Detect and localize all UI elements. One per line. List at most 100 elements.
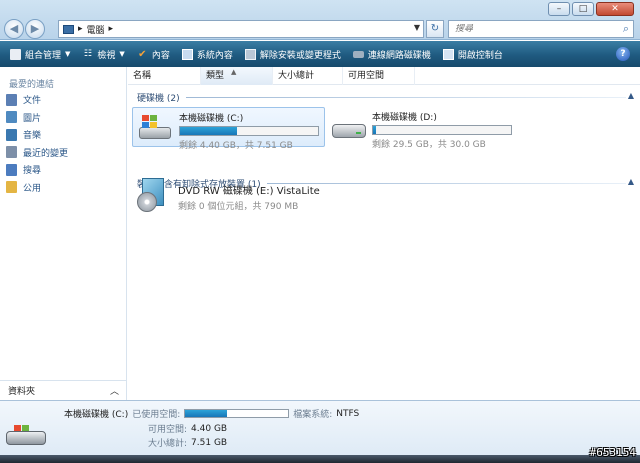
details-free-label: 可用空間:: [148, 425, 188, 435]
favorite-link-label: 搜尋: [23, 166, 42, 177]
organize-label: 組合管理: [25, 50, 62, 61]
selected-drive-icon: [6, 425, 46, 447]
favorite-link-music[interactable]: 音樂: [6, 126, 126, 144]
details-free-value: 4.40 GB: [191, 423, 228, 434]
organize-icon: [10, 48, 21, 60]
windows-drive-icon: [137, 111, 173, 145]
control-panel-button[interactable]: 開啟控制台: [437, 43, 509, 65]
control-panel-icon: [442, 48, 454, 60]
drive-name: 本機磁碟機 (C:): [179, 114, 244, 124]
favorite-link-label: 圖片: [23, 113, 42, 124]
favorite-link-public[interactable]: 公用: [6, 179, 126, 197]
system-properties-label: 系統內容: [196, 50, 233, 61]
address-path[interactable]: 電腦: [87, 23, 105, 36]
column-header-label: 名稱: [133, 71, 152, 81]
drive-d[interactable]: 本機磁碟機 (D:) 剩餘 29.5 GB，共 30.0 GB: [326, 107, 526, 150]
column-header-name[interactable]: 名稱: [128, 67, 201, 85]
drive-c[interactable]: 本機磁碟機 (C:) 剩餘 4.40 GB，共 7.51 GB: [132, 107, 325, 151]
properties-button[interactable]: ✔ 內容: [131, 43, 176, 65]
dvd-drive-icon: [136, 178, 172, 212]
map-drive-button[interactable]: 連線網路磁碟機: [347, 43, 437, 65]
minimize-button[interactable]: –: [548, 2, 570, 16]
navigation-buttons: ◀ ▶: [4, 19, 45, 39]
favorite-link-label: 公用: [23, 183, 42, 194]
drive-name: DVD RW 磁碟機 (E:) VistaLite: [178, 186, 320, 197]
properties-label: 內容: [151, 50, 170, 61]
address-bar[interactable]: ▸ 電腦 ▸ ▼: [58, 20, 424, 38]
refresh-icon[interactable]: ↻: [426, 20, 444, 38]
views-label: 檢視: [97, 50, 116, 61]
column-header-total-size[interactable]: 大小總計: [273, 67, 343, 85]
network-drive-icon: [352, 50, 364, 58]
details-total-label: 大小總計:: [148, 439, 188, 449]
group-header-hard-disks[interactable]: 硬碟機 (2) ▲: [128, 89, 640, 105]
search-box[interactable]: ⌕: [448, 20, 634, 38]
drive-space-text: 剩餘 4.40 GB，共 7.51 GB: [179, 141, 293, 151]
column-header-type[interactable]: ▲ 類型: [201, 67, 273, 85]
close-button[interactable]: ✕: [596, 2, 634, 16]
details-total-value: 7.51 GB: [191, 437, 228, 448]
column-header-free-space[interactable]: 可用空間: [343, 67, 415, 85]
details-fs-label: 檔案系統:: [293, 410, 333, 420]
help-icon[interactable]: ?: [616, 47, 630, 61]
chevron-up-icon: ︿: [109, 387, 119, 397]
search-input[interactable]: [455, 24, 615, 34]
maximize-button[interactable]: □: [572, 2, 594, 16]
address-separator: ▸: [78, 24, 83, 34]
favorite-links-heading: 最愛的連結: [9, 80, 55, 90]
favorite-links-list: 文件 圖片 音樂 最近的變更 搜尋 公用: [0, 91, 126, 196]
details-used-label: 已使用空間:: [132, 410, 181, 420]
checkmark-icon: ✔: [138, 48, 147, 60]
system-properties-icon: [181, 48, 193, 60]
file-list-pane: 名稱 ▲ 類型 大小總計 可用空間 硬碟機 (2) ▲ 本機磁碟機 (C:) 剩…: [128, 67, 640, 400]
hard-drive-icon: [330, 110, 366, 144]
favorite-link-label: 最近的變更: [23, 148, 69, 159]
details-free-row: 可用空間: 4.40 GB: [148, 422, 228, 436]
navigation-pane: 最愛的連結 文件 圖片 音樂 最近的變更 搜尋 公用 資料夾 ︿: [0, 67, 127, 400]
drive-info: DVD RW 磁碟機 (E:) VistaLite 剩餘 0 個位元組，共 79…: [178, 178, 320, 214]
column-header-label: 大小總計: [278, 71, 315, 81]
favorite-link-pictures[interactable]: 圖片: [6, 109, 126, 127]
uninstall-button[interactable]: 解除安裝或變更程式: [239, 43, 347, 65]
taskbar: [0, 455, 640, 463]
control-panel-label: 開啟控制台: [457, 50, 503, 61]
drive-space-text: 剩餘 29.5 GB，共 30.0 GB: [372, 140, 486, 150]
chevron-down-icon: ▼: [119, 50, 125, 58]
watermark-text: #653154: [589, 446, 636, 459]
group-header-label: 硬碟機 (2): [137, 93, 180, 104]
command-toolbar: 組合管理 ▼ ☷ 檢視 ▼ ✔ 內容 系統內容 解除安裝或變更程式 連線網路磁碟…: [0, 41, 640, 67]
search-folder-icon: [6, 163, 17, 176]
favorite-link-recent-changes[interactable]: 最近的變更: [6, 144, 126, 162]
favorite-link-label: 文件: [23, 96, 42, 107]
collapse-icon[interactable]: ▲: [628, 177, 634, 186]
map-drive-label: 連線網路磁碟機: [367, 50, 431, 61]
address-dropdown-icon[interactable]: ▼: [414, 23, 420, 32]
drive-usage-fill: [373, 126, 376, 134]
folders-toggle[interactable]: 資料夾 ︿: [0, 380, 127, 400]
drive-info: 本機磁碟機 (D:) 剩餘 29.5 GB，共 30.0 GB: [372, 110, 512, 150]
system-properties-button[interactable]: 系統內容: [176, 43, 239, 65]
pictures-icon: [6, 111, 17, 124]
details-pane: 本機磁碟機 (C:) 已使用空間: 檔案系統: NTFS 可用空間: 4.40 …: [0, 400, 640, 463]
details-usage-fill: [185, 410, 228, 417]
column-headers: 名稱 ▲ 類型 大小總計 可用空間: [128, 67, 640, 85]
favorite-link-label: 音樂: [23, 131, 42, 142]
details-total-row: 大小總計: 7.51 GB: [148, 436, 228, 450]
favorite-link-searches[interactable]: 搜尋: [6, 161, 126, 179]
computer-icon: [63, 24, 74, 34]
organize-button[interactable]: 組合管理 ▼: [4, 43, 76, 65]
group-divider: [185, 96, 626, 98]
forward-button[interactable]: ▶: [25, 19, 45, 39]
back-button[interactable]: ◀: [4, 19, 24, 39]
recent-changes-icon: [6, 146, 17, 159]
uninstall-label: 解除安裝或變更程式: [259, 50, 341, 61]
public-folder-icon: [6, 181, 17, 194]
drive-e[interactable]: DVD RW 磁碟機 (E:) VistaLite 剩餘 0 個位元組，共 79…: [132, 175, 372, 217]
favorite-link-documents[interactable]: 文件: [6, 91, 126, 109]
views-button[interactable]: ☷ 檢視 ▼: [76, 43, 130, 65]
column-header-label: 可用空間: [348, 71, 385, 81]
search-icon[interactable]: ⌕: [623, 22, 629, 36]
window-titlebar: – □ ✕ ◀ ▶ ▸ 電腦 ▸ ▼ ↻ ⌕: [0, 0, 640, 40]
drive-space-text: 剩餘 0 個位元組，共 790 MB: [178, 202, 299, 212]
collapse-icon[interactable]: ▲: [628, 91, 634, 100]
